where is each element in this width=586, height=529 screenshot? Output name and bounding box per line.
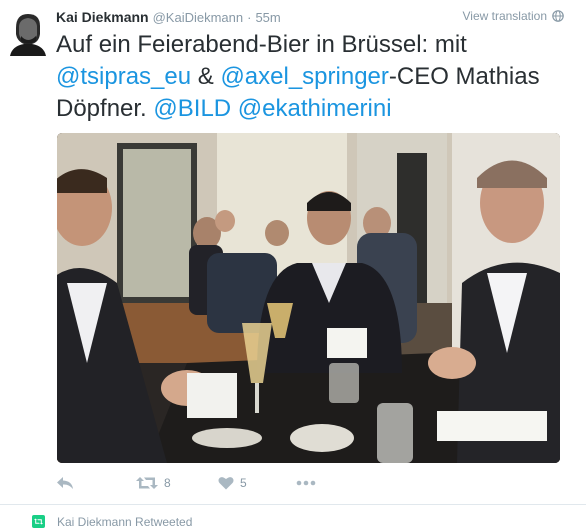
tweet-photo[interactable]	[57, 133, 560, 463]
tweet-header: Kai Diekmann @KaiDiekmann · 55m	[56, 9, 281, 27]
tweet[interactable]: Kai Diekmann @KaiDiekmann · 55m View tra…	[0, 0, 586, 505]
retweet-badge-icon	[32, 515, 45, 528]
header-separator: ·	[247, 10, 252, 25]
photo-of-meeting-in-restaurant	[57, 133, 560, 463]
author-username[interactable]: @KaiDiekmann	[153, 10, 244, 25]
globe-icon	[552, 10, 564, 22]
retweeted-by-label[interactable]: Kai Diekmann Retweeted	[57, 515, 192, 529]
retweet-count: 8	[164, 476, 171, 490]
like-button[interactable]: 5	[218, 476, 296, 490]
more-button[interactable]	[296, 480, 326, 486]
retweet-icon	[136, 477, 158, 489]
reply-icon	[57, 477, 73, 489]
reply-button[interactable]	[56, 476, 136, 490]
avatar-photo	[6, 8, 46, 56]
tweet-text-part: &	[191, 63, 221, 90]
view-translation-label: View translation	[462, 9, 548, 23]
tweet-text-part	[231, 95, 238, 122]
mention-link-axel-springer[interactable]: @axel_springer	[220, 63, 388, 90]
tweet-text: Auf ein Feierabend-Bier in Brüssel: mit …	[56, 29, 576, 125]
view-translation-link[interactable]: View translation	[463, 9, 565, 23]
tweet-actions: 8 5	[56, 471, 326, 495]
author-fullname[interactable]: Kai Diekmann	[56, 9, 149, 25]
tweet-text-part: Auf ein Feierabend-Bier in Brüssel: mit	[56, 31, 467, 58]
mention-link-tsipras[interactable]: @tsipras_eu	[56, 63, 191, 90]
mention-link-ekathimerini[interactable]: @ekathimerini	[238, 95, 392, 122]
tweet-timestamp[interactable]: 55m	[255, 10, 280, 25]
mention-link-bild[interactable]: @BILD	[153, 95, 231, 122]
retweet-context: Kai Diekmann Retweeted	[32, 514, 192, 529]
retweet-button[interactable]: 8	[136, 476, 218, 490]
like-count: 5	[240, 476, 247, 490]
more-icon	[296, 480, 316, 486]
heart-icon	[218, 477, 234, 490]
avatar[interactable]	[6, 8, 46, 56]
